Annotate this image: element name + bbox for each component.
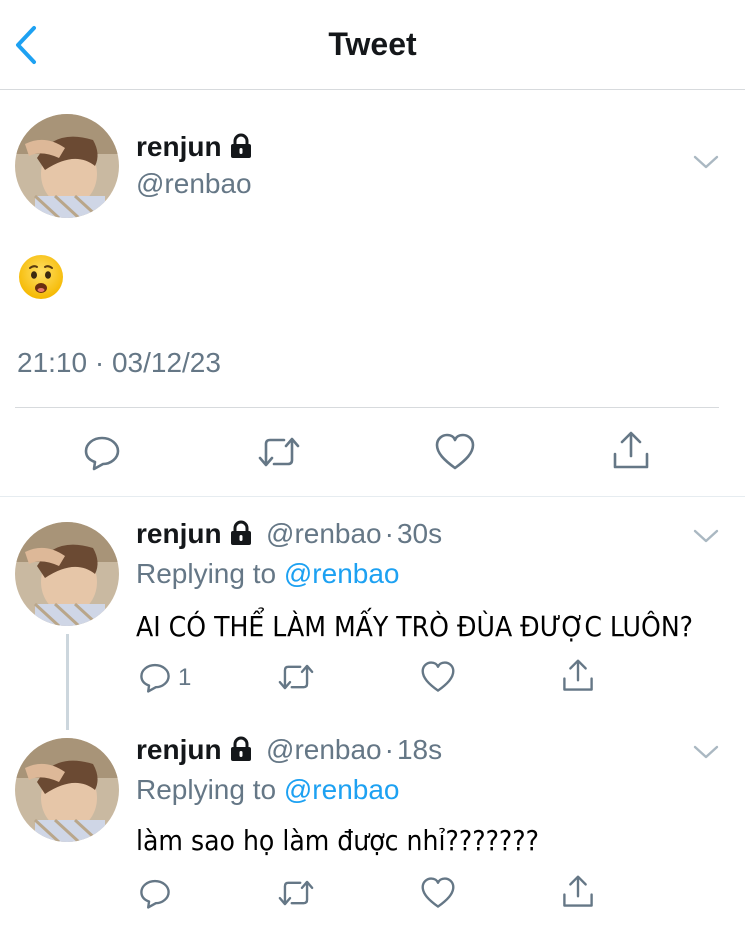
lock-icon — [228, 520, 254, 551]
meta-dot: · — [384, 518, 394, 549]
tweet-text: 😧 — [18, 254, 64, 300]
lock-icon — [228, 133, 254, 164]
anguished-face-emoji — [19, 255, 63, 299]
reply-count: 1 — [178, 664, 192, 691]
retweet-icon — [258, 437, 300, 467]
lock-icon — [228, 736, 254, 767]
retweet-icon — [278, 664, 314, 690]
retweet-button[interactable] — [276, 876, 316, 915]
chevron-down-icon — [693, 529, 719, 543]
tweet-options-button[interactable] — [693, 528, 719, 549]
reply-header[interactable]: renjun @renbao · 30s — [136, 518, 442, 551]
like-button[interactable] — [434, 432, 476, 477]
heart-icon — [421, 661, 455, 692]
replying-to-handle[interactable]: @renbao — [284, 774, 400, 805]
replying-to-handle[interactable]: @renbao — [284, 558, 400, 589]
retweet-button[interactable] — [276, 660, 316, 699]
relative-time: 30s — [396, 518, 443, 549]
section-divider — [0, 496, 745, 497]
chevron-down-icon — [693, 745, 719, 759]
avatar[interactable] — [15, 738, 119, 842]
reply-icon — [84, 436, 120, 471]
tweet-options-button[interactable] — [693, 744, 719, 765]
reply-icon — [140, 663, 170, 693]
avatar[interactable] — [15, 522, 119, 626]
share-icon — [613, 431, 649, 469]
like-button[interactable] — [420, 660, 456, 699]
thread-connector — [66, 634, 69, 730]
replying-to: Replying to @renbao — [136, 558, 399, 590]
retweet-button[interactable] — [256, 432, 302, 477]
user-handle: @renbao — [266, 518, 382, 549]
share-button[interactable] — [611, 430, 651, 477]
reply-button[interactable] — [138, 876, 172, 915]
header-divider — [0, 89, 745, 90]
relative-time: 18s — [396, 734, 443, 765]
display-name: renjun — [136, 518, 222, 549]
display-name: renjun — [136, 734, 222, 765]
tweet-timestamp: 21:10 · 03/12/23 — [17, 347, 221, 378]
replying-to-label: Replying to — [136, 558, 277, 589]
replying-to: Replying to @renbao — [136, 774, 399, 806]
tweet-divider — [15, 407, 719, 408]
user-handle[interactable]: @renbao — [136, 168, 252, 200]
user-handle: @renbao — [266, 734, 382, 765]
reply-button[interactable] — [82, 432, 122, 477]
reply-icon — [140, 879, 170, 909]
replying-to-label: Replying to — [136, 774, 277, 805]
reply-text: làm sao họ làm được nhỉ??????? — [136, 824, 540, 857]
chevron-down-icon — [693, 155, 719, 169]
meta-dot: · — [384, 734, 394, 765]
tweet-options-button[interactable] — [693, 154, 719, 175]
reply-button[interactable] — [138, 660, 172, 699]
author-line[interactable]: renjun — [136, 131, 254, 164]
heart-icon — [421, 877, 455, 908]
share-icon — [563, 659, 593, 691]
retweet-icon — [278, 880, 314, 906]
avatar[interactable] — [15, 114, 119, 218]
page-title: Tweet — [328, 26, 417, 62]
reply-text: AI CÓ THỂ LÀM MẤY TRÒ ĐÙA ĐƯỢC LUÔN? — [136, 610, 694, 643]
reply-header[interactable]: renjun @renbao · 18s — [136, 734, 442, 767]
share-button[interactable] — [561, 874, 595, 915]
share-icon — [563, 875, 593, 907]
display-name: renjun — [136, 131, 222, 162]
top-nav-bar: Tweet — [0, 0, 745, 90]
like-button[interactable] — [420, 876, 456, 915]
share-button[interactable] — [561, 658, 595, 699]
heart-icon — [435, 433, 475, 470]
